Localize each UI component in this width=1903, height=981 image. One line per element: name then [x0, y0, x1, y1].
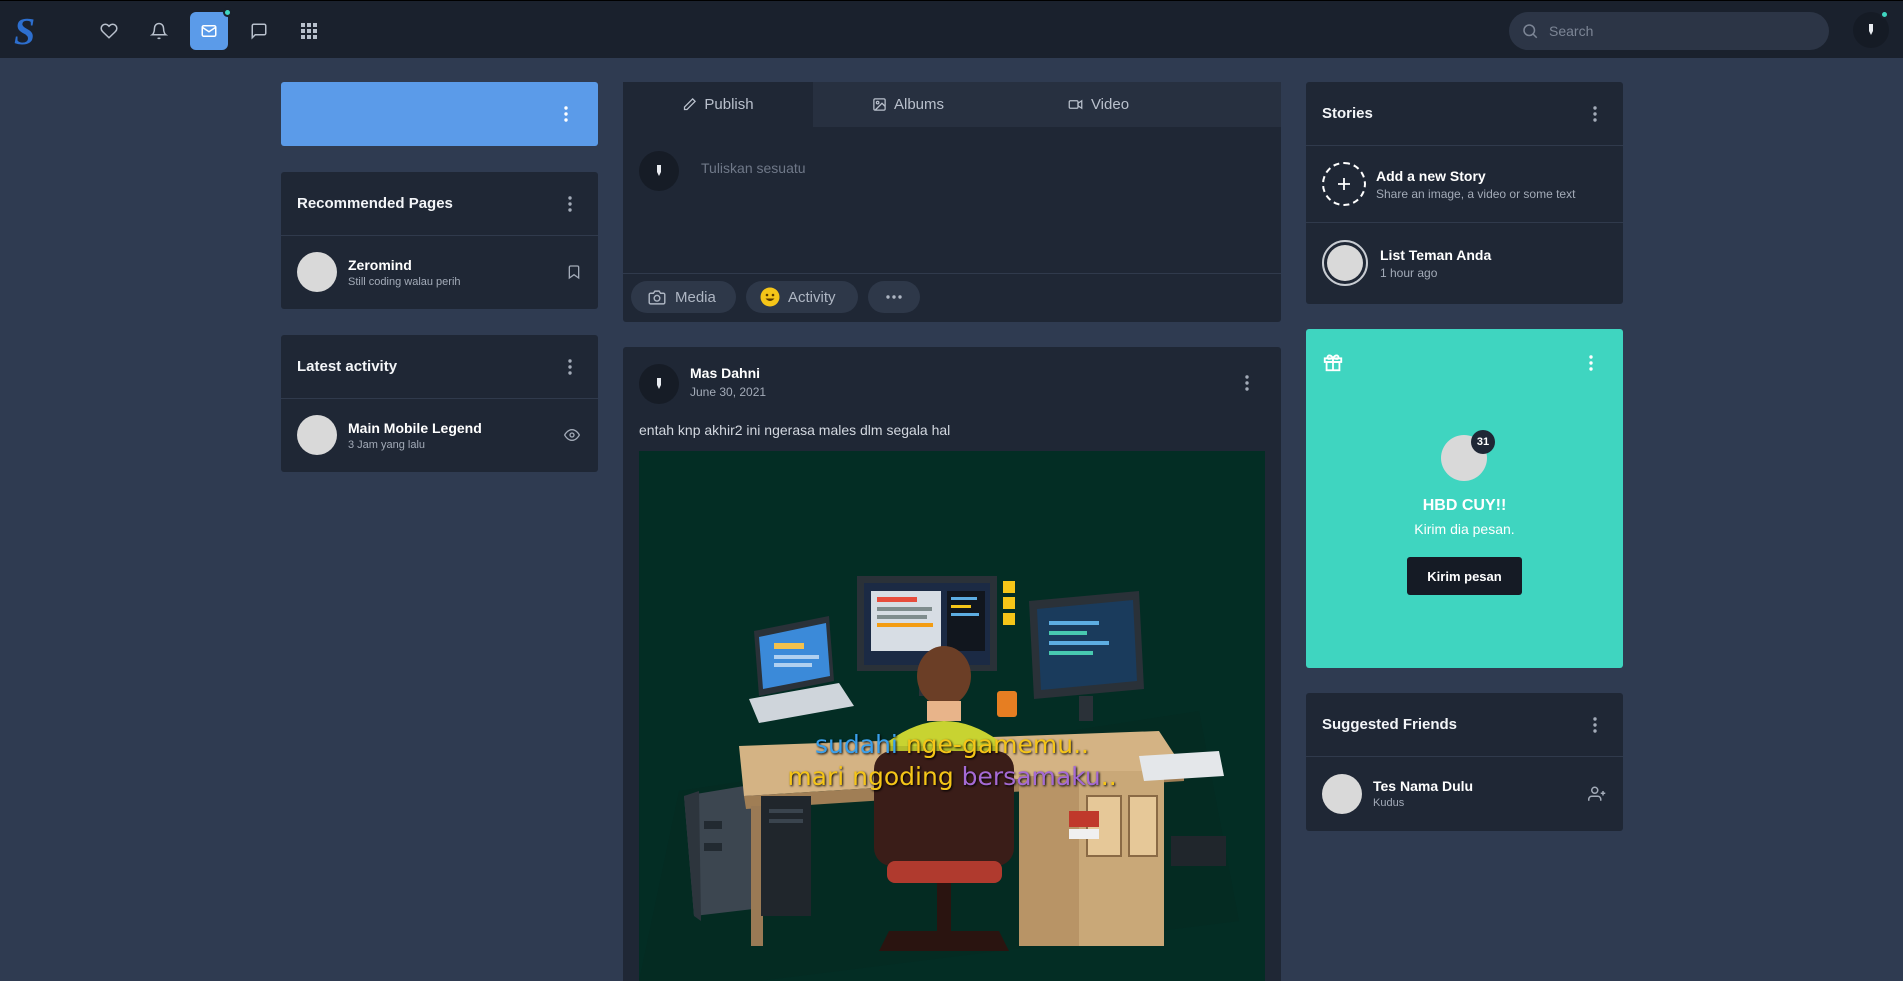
stories-card: Stories Add a new Story Share an image, …: [1306, 82, 1623, 304]
story-avatar-ring: [1322, 240, 1368, 286]
story-title: List Teman Anda: [1380, 246, 1492, 263]
heart-icon[interactable]: [90, 12, 128, 50]
more-vertical-icon[interactable]: [558, 355, 582, 379]
post-text: entah knp akhir2 ini ngerasa males dlm s…: [639, 422, 951, 438]
more-horizontal-icon: [886, 295, 902, 299]
image-icon: [872, 97, 887, 112]
post-composer: Publish Albums Video Tuliskan sesuatu Me…: [623, 82, 1281, 322]
page-name: Zeromind: [348, 256, 412, 273]
button-label: Media: [675, 288, 716, 306]
eye-icon[interactable]: [562, 427, 582, 443]
caption-word: ..: [1100, 762, 1117, 791]
post-date: June 30, 2021: [690, 385, 767, 399]
avatar: [1322, 773, 1362, 814]
search-icon: [1521, 22, 1539, 40]
add-story-item[interactable]: Add a new Story Share an image, a video …: [1306, 146, 1623, 223]
caption-word: sudahi: [815, 730, 898, 759]
friend-name: Tes Nama Dulu: [1373, 778, 1474, 794]
button-label: Activity: [788, 288, 836, 306]
search-input[interactable]: [1549, 23, 1809, 39]
image-caption: sudahi nge-gamemu.. mari ngoding bersama…: [639, 729, 1265, 793]
app-logo[interactable]: S: [10, 11, 48, 49]
send-message-button[interactable]: Kirim pesan: [1407, 557, 1522, 595]
mail-icon[interactable]: [190, 8, 232, 50]
birthday-subtitle: Kirim dia pesan.: [1414, 521, 1515, 537]
tab-label: Video: [1090, 96, 1130, 113]
camera-icon: [647, 289, 667, 306]
developer-illustration: [639, 576, 1239, 981]
card-title: Stories: [1322, 105, 1373, 122]
user-avatar[interactable]: [1853, 10, 1889, 48]
caption-word: bersamaku: [961, 762, 1101, 791]
suggested-friends-card: Suggested Friends Tes Nama Dulu Kudus: [1306, 693, 1623, 831]
card-title: Suggested Friends: [1322, 716, 1458, 733]
caption-word: mari ngoding: [787, 762, 954, 791]
add-story-subtitle: Share an image, a video or some text: [1376, 186, 1576, 201]
more-vertical-icon[interactable]: [1583, 713, 1607, 737]
pencil-icon: [682, 97, 697, 112]
card-title: Recommended Pages: [297, 195, 453, 212]
avatar: [297, 415, 337, 455]
story-item[interactable]: List Teman Anda 1 hour ago: [1306, 223, 1623, 303]
latest-activity-card: Latest activity Main Mobile Legend 3 Jam…: [281, 335, 598, 472]
tab-publish[interactable]: Publish: [623, 82, 813, 127]
avatar: [1327, 245, 1363, 281]
media-button[interactable]: Media: [631, 281, 736, 313]
search-bar: [1509, 12, 1829, 50]
more-vertical-icon[interactable]: [558, 192, 582, 216]
list-item[interactable]: Main Mobile Legend 3 Jam yang lalu: [281, 399, 598, 471]
composer-tabs: Publish Albums Video: [623, 82, 1281, 127]
card-title: Latest activity: [297, 358, 398, 375]
birthday-title: HBD CUY!!: [1422, 497, 1507, 514]
more-vertical-icon[interactable]: [1579, 351, 1603, 375]
page-description: Still coding walau perih: [348, 275, 461, 288]
activity-button[interactable]: Activity: [746, 281, 858, 313]
avatar: [297, 252, 337, 292]
online-status-dot: [1880, 10, 1889, 19]
composer-input[interactable]: Tuliskan sesuatu: [701, 160, 806, 176]
story-time: 1 hour ago: [1380, 265, 1438, 280]
more-options-button[interactable]: [868, 281, 920, 313]
birthday-card: 31 HBD CUY!! Kirim dia pesan. Kirim pesa…: [1306, 329, 1623, 668]
caption-line-2: mari ngoding bersamaku..: [639, 761, 1265, 793]
composer-avatar: [639, 151, 679, 191]
apps-grid-icon[interactable]: [290, 12, 328, 50]
smiley-icon: [760, 287, 780, 307]
friend-location: Kudus: [1373, 797, 1405, 809]
chat-icon[interactable]: [240, 12, 278, 50]
logo-letter: S: [14, 11, 35, 49]
post-author-name[interactable]: Mas Dahni: [690, 365, 760, 381]
caption-word: nge-gamemu..: [905, 730, 1089, 759]
composer-actions: Media Activity: [623, 274, 1281, 320]
activity-name: Main Mobile Legend: [348, 419, 482, 436]
tab-label: Albums: [893, 96, 945, 113]
tab-label: Publish: [704, 96, 754, 113]
top-navbar: S: [0, 0, 1903, 58]
video-icon: [1067, 97, 1084, 112]
gift-icon: [1322, 351, 1344, 373]
feed-post: Mas Dahni June 30, 2021 entah knp akhir2…: [623, 347, 1281, 981]
caption-line-1: sudahi nge-gamemu..: [639, 729, 1265, 761]
more-vertical-icon[interactable]: [1583, 102, 1607, 126]
bookmark-icon[interactable]: [566, 263, 582, 281]
age-badge: 31: [1471, 430, 1495, 454]
add-story-title: Add a new Story: [1376, 167, 1486, 184]
tab-video[interactable]: Video: [1003, 82, 1193, 127]
more-vertical-icon[interactable]: [554, 102, 578, 126]
post-author-avatar[interactable]: [639, 364, 679, 404]
activity-time: 3 Jam yang lalu: [348, 438, 426, 451]
tab-albums[interactable]: Albums: [813, 82, 1003, 127]
add-story-icon[interactable]: [1322, 162, 1366, 206]
list-item[interactable]: Zeromind Still coding walau perih: [281, 236, 598, 308]
list-item[interactable]: Tes Nama Dulu Kudus: [1306, 757, 1623, 830]
add-friend-icon[interactable]: [1587, 785, 1607, 803]
bell-icon[interactable]: [140, 12, 178, 50]
post-image[interactable]: sudahi nge-gamemu.. mari ngoding bersama…: [639, 451, 1265, 981]
mail-notification-dot: [223, 8, 232, 17]
recommended-pages-card: Recommended Pages Zeromind Still coding …: [281, 172, 598, 309]
profile-banner: [281, 82, 598, 146]
more-vertical-icon[interactable]: [1235, 371, 1259, 395]
